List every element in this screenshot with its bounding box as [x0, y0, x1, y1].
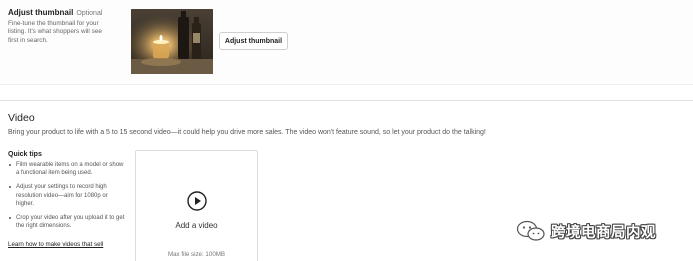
thumbnail-section: Adjust thumbnail Optional Fine-tune the t… [0, 0, 693, 82]
bullet-icon [9, 217, 11, 220]
quick-tips-title: Quick tips [8, 151, 42, 158]
watermark-text: 跨境电商局内观 [551, 224, 656, 241]
listing-media-page: Adjust thumbnail Optional Fine-tune the t… [0, 0, 693, 261]
max-file-size: Max file size: 100MB [167, 251, 226, 258]
tip-item: Adjust your settings to record high reso… [8, 183, 126, 208]
add-video-dropzone[interactable]: Add a video Max file size: 100MB [135, 150, 258, 261]
learn-video-link[interactable]: Learn how to make videos that sell [8, 241, 103, 249]
add-video-label: Add a video [175, 221, 218, 230]
section-divider [0, 84, 693, 85]
thumbnail-title: Adjust thumbnail [8, 8, 74, 17]
bullet-icon [9, 164, 11, 166]
wechat-logo-icon [516, 220, 545, 241]
quick-tips-list: Film wearable items on a model or show a… [8, 161, 126, 236]
tip-item: Film wearable items on a model or show a… [8, 161, 126, 177]
optional-label: Optional [76, 10, 103, 17]
thumbnail-photo [131, 9, 213, 74]
watermark: 跨境电商局内观 [516, 219, 656, 243]
adjust-thumbnail-button[interactable]: Adjust thumbnail [219, 32, 288, 50]
tip-item: Crop your video after you upload it to g… [8, 214, 126, 230]
tip-text: Adjust your settings to record high reso… [16, 184, 108, 207]
video-description: Bring your product to life with a 5 to 1… [8, 129, 486, 136]
thumbnail-heading: Adjust thumbnail Optional [8, 8, 102, 19]
thumbnail-description: Fine-tune the thumbnail for your listing… [8, 20, 102, 44]
video-section-title: Video [8, 112, 35, 124]
bullet-icon [9, 186, 11, 189]
tip-text: Film wearable items on a model or show a… [16, 162, 124, 177]
section-divider [0, 100, 693, 101]
thumbnail-image[interactable] [131, 9, 213, 74]
tip-text: Crop your video after you upload it to g… [16, 215, 125, 230]
play-icon [187, 191, 207, 211]
